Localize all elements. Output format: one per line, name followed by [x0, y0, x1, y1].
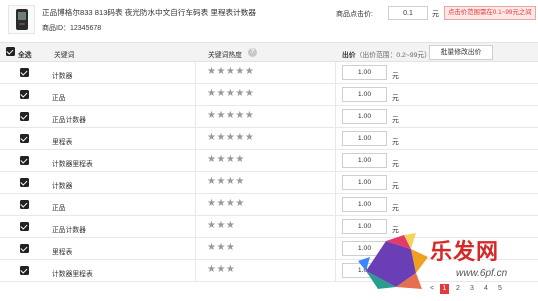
- row-checkbox[interactable]: [20, 266, 29, 275]
- bike-computer-image: [16, 9, 28, 30]
- bid-input[interactable]: [342, 65, 387, 80]
- heat-stars-icon: ★★★★★: [207, 132, 255, 143]
- bid-unit: 元: [392, 94, 399, 102]
- row-checkbox[interactable]: [20, 90, 29, 99]
- product-header: 正品博格尔833 813码表 夜光防水中文自行车码表 里程表计数器 商品ID：1…: [0, 0, 538, 38]
- table-row: 正品计数器 ★★★★★ 元: [0, 106, 538, 128]
- heat-stars-icon: ★★★: [207, 220, 236, 231]
- product-title[interactable]: 正品博格尔833 813码表 夜光防水中文自行车码表 里程表计数器: [42, 7, 256, 18]
- table-row: 正品 ★★★★★ 元: [0, 84, 538, 106]
- heat-stars-icon: ★★★: [207, 242, 236, 253]
- heat-stars-icon: ★★★: [207, 264, 236, 275]
- heat-column-header: 关键词热度: [208, 52, 242, 59]
- row-checkbox[interactable]: [20, 68, 29, 77]
- row-keyword: 正品计数器: [52, 116, 86, 124]
- heat-stars-icon: ★★★★★: [207, 88, 255, 99]
- bid-column-header: 出价（出价范围：0.2~99元）: [342, 52, 431, 59]
- page-5[interactable]: 5: [498, 285, 502, 292]
- bid-range-hint: （出价范围：0.2~99元）: [355, 52, 431, 59]
- row-checkbox[interactable]: [20, 178, 29, 187]
- bid-input[interactable]: [342, 131, 387, 146]
- select-all-checkbox[interactable]: [6, 47, 15, 56]
- bid-unit: 元: [392, 182, 399, 190]
- bid-input[interactable]: [342, 175, 387, 190]
- table-row: 计数器 ★★★★★ 元: [0, 62, 538, 84]
- row-checkbox[interactable]: [20, 112, 29, 121]
- heat-stars-icon: ★★★★: [207, 198, 245, 209]
- table-header: 全选 关键词 关键词热度 ? 出价（出价范围：0.2~99元） 批量修改出价: [0, 42, 538, 62]
- row-keyword: 计数器里程表: [52, 160, 93, 168]
- heat-stars-icon: ★★★★★: [207, 66, 255, 77]
- prev-page-button[interactable]: <: [430, 285, 434, 292]
- row-keyword: 正品: [52, 204, 66, 212]
- bid-unit: 元: [392, 160, 399, 168]
- watermark-url: www.6pf.cn: [456, 268, 508, 279]
- click-price-label: 商品点击价:: [336, 11, 373, 18]
- bid-unit: 元: [392, 204, 399, 212]
- row-keyword: 正品: [52, 94, 66, 102]
- table-row: 正品 ★★★★ 元: [0, 194, 538, 216]
- page-1[interactable]: 1: [440, 284, 449, 294]
- table-row: 计数器里程表 ★★★★ 元: [0, 150, 538, 172]
- row-keyword: 正品计数器: [52, 226, 86, 234]
- row-keyword: 计数器里程表: [52, 270, 93, 278]
- price-range-warning: 点击价范围需在0.1~99元之间: [444, 6, 536, 20]
- row-checkbox[interactable]: [20, 222, 29, 231]
- batch-edit-bid-button[interactable]: 批量修改出价: [429, 45, 493, 60]
- heat-stars-icon: ★★★★: [207, 154, 245, 165]
- watermark-text: 乐发网: [430, 239, 500, 265]
- bid-input[interactable]: [342, 109, 387, 124]
- click-price-input[interactable]: [388, 6, 428, 20]
- product-thumbnail[interactable]: [8, 5, 35, 34]
- bid-input[interactable]: [342, 153, 387, 168]
- heat-stars-icon: ★★★★★: [207, 110, 255, 121]
- page-4[interactable]: 4: [484, 285, 488, 292]
- table-row: 计数器 ★★★★ 元: [0, 172, 538, 194]
- keyword-column-header: 关键词: [54, 52, 75, 59]
- select-all-label: 全选: [18, 52, 32, 59]
- row-checkbox[interactable]: [20, 244, 29, 253]
- product-id: 商品ID：12345678: [42, 25, 102, 32]
- bid-unit: 元: [392, 116, 399, 124]
- bid-input[interactable]: [342, 197, 387, 212]
- help-icon[interactable]: ?: [248, 48, 257, 57]
- row-keyword: 计数器: [52, 182, 73, 190]
- row-checkbox[interactable]: [20, 134, 29, 143]
- row-keyword: 里程表: [52, 138, 73, 146]
- bid-unit: 元: [392, 138, 399, 146]
- table-row: 里程表 ★★★★★ 元: [0, 128, 538, 150]
- heat-stars-icon: ★★★★: [207, 176, 245, 187]
- bid-unit: 元: [392, 72, 399, 80]
- row-checkbox[interactable]: [20, 200, 29, 209]
- page-3[interactable]: 3: [470, 285, 474, 292]
- bid-input[interactable]: [342, 87, 387, 102]
- row-keyword: 里程表: [52, 248, 73, 256]
- row-keyword: 计数器: [52, 72, 73, 80]
- click-price-unit: 元: [432, 11, 439, 18]
- page-2[interactable]: 2: [456, 285, 460, 292]
- row-checkbox[interactable]: [20, 156, 29, 165]
